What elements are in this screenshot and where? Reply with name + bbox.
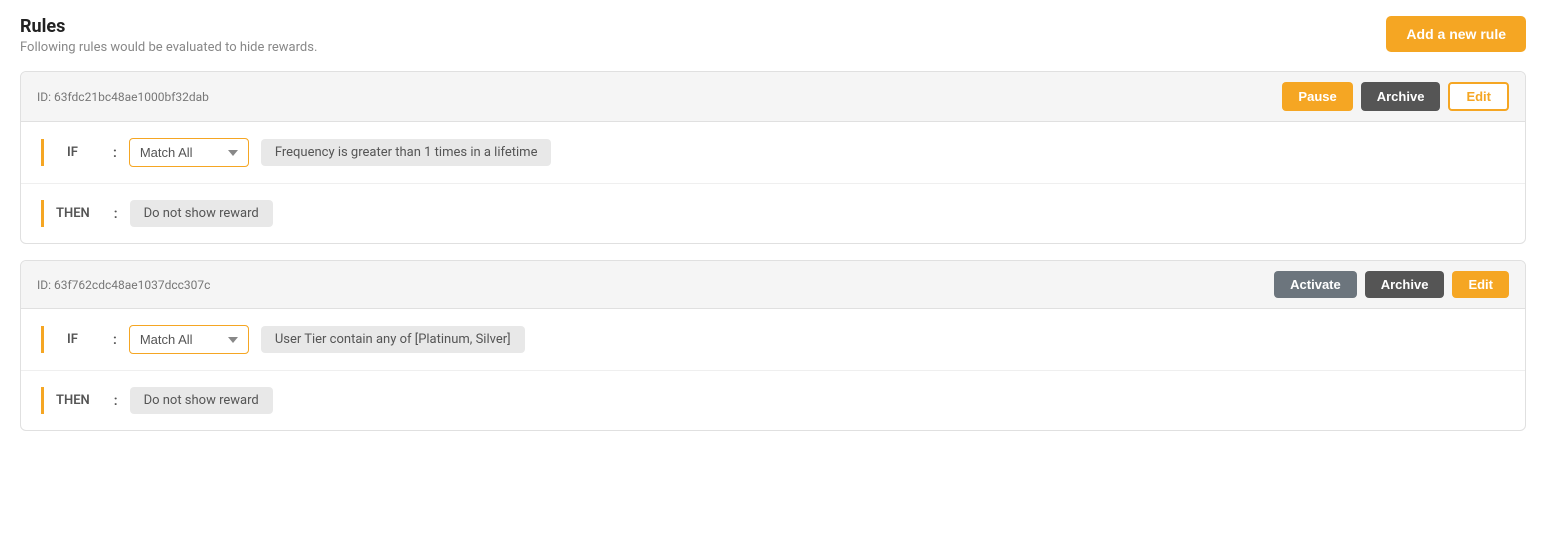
rule-2-id: ID: 63f762cdc48ae1037dcc307c xyxy=(37,278,210,292)
page-title: Rules xyxy=(20,16,317,37)
rule-2-condition-row: IF : Match All User Tier contain any of … xyxy=(41,325,1505,354)
rule-1-id: ID: 63fdc21bc48ae1000bf32dab xyxy=(37,90,209,104)
rule-2-condition-tag: User Tier contain any of [Platinum, Silv… xyxy=(261,326,525,353)
archive-button-1[interactable]: Archive xyxy=(1361,82,1441,111)
rule-2-then-section: THEN : Do not show reward xyxy=(21,371,1525,430)
add-rule-button[interactable]: Add a new rule xyxy=(1386,16,1526,52)
rule-1-condition-row: IF : Match All Frequency is greater than… xyxy=(41,138,1505,167)
rule-1-match-select[interactable]: Match All xyxy=(129,138,249,167)
rule-1-then-label: THEN xyxy=(41,200,102,227)
rule-2-colon-1: : xyxy=(113,332,117,348)
rule-1-action-tag: Do not show reward xyxy=(130,200,273,227)
rule-1-header: ID: 63fdc21bc48ae1000bf32dab Pause Archi… xyxy=(21,72,1525,122)
rule-2-action-tag: Do not show reward xyxy=(130,387,273,414)
rule-1-if-section: IF : Match All Frequency is greater than… xyxy=(21,122,1525,184)
rule-1-then-row: THEN : Do not show reward xyxy=(41,200,1505,227)
rule-1-colon-2: : xyxy=(114,206,118,222)
pause-button-1[interactable]: Pause xyxy=(1282,82,1352,111)
edit-button-1[interactable]: Edit xyxy=(1448,82,1509,111)
rule-1-condition-tag: Frequency is greater than 1 times in a l… xyxy=(261,139,552,166)
page-subtitle: Following rules would be evaluated to hi… xyxy=(20,40,317,55)
rule-2-then-label: THEN xyxy=(41,387,102,414)
rule-2-then-row: THEN : Do not show reward xyxy=(41,387,1505,414)
rule-2-header: ID: 63f762cdc48ae1037dcc307c Activate Ar… xyxy=(21,261,1525,309)
rule-2-if-section: IF : Match All User Tier contain any of … xyxy=(21,309,1525,371)
rule-1-if-label: IF xyxy=(41,139,101,166)
rule-1-colon-1: : xyxy=(113,145,117,161)
edit-button-2[interactable]: Edit xyxy=(1452,271,1509,298)
rule-1-then-section: THEN : Do not show reward xyxy=(21,184,1525,243)
archive-button-2[interactable]: Archive xyxy=(1365,271,1445,298)
rule-2-colon-2: : xyxy=(114,393,118,409)
page-header: Rules Following rules would be evaluated… xyxy=(20,16,1526,55)
rule-2-if-label: IF xyxy=(41,326,101,353)
rule-1-actions: Pause Archive Edit xyxy=(1282,82,1509,111)
rule-card-1: ID: 63fdc21bc48ae1000bf32dab Pause Archi… xyxy=(20,71,1526,244)
header-text: Rules Following rules would be evaluated… xyxy=(20,16,317,55)
activate-button-2[interactable]: Activate xyxy=(1274,271,1357,298)
rule-card-2: ID: 63f762cdc48ae1037dcc307c Activate Ar… xyxy=(20,260,1526,431)
rule-2-match-select[interactable]: Match All xyxy=(129,325,249,354)
rule-2-actions: Activate Archive Edit xyxy=(1274,271,1509,298)
